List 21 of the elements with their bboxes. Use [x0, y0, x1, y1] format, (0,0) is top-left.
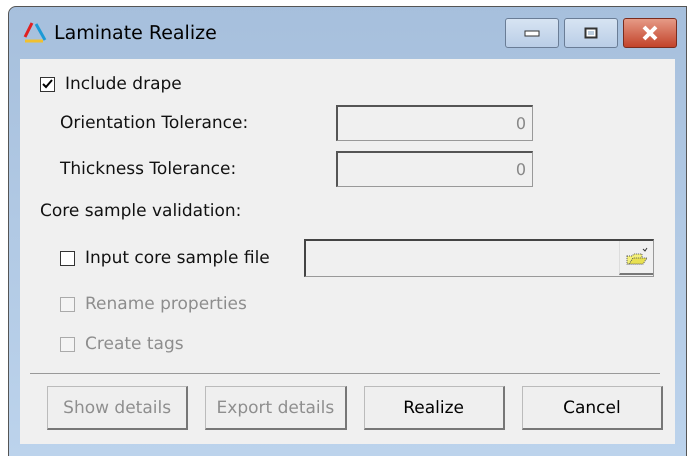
maximize-icon [584, 27, 598, 39]
dialog-button[interactable]: Cancel [522, 386, 663, 430]
field-label: Orientation Tolerance: [59, 113, 250, 133]
checkbox-label: Include drape [65, 74, 182, 94]
field-label: Thickness Tolerance: [59, 159, 238, 179]
window-title: Laminate Realize [54, 22, 217, 44]
dialog-button[interactable]: Realize [364, 386, 505, 430]
file-path-field[interactable] [304, 239, 654, 277]
minimize-button[interactable] [505, 18, 559, 48]
minimize-icon [524, 29, 540, 37]
checkbox-label: Create tags [85, 334, 184, 354]
browse-button[interactable] [619, 241, 653, 275]
checkbox[interactable] [60, 250, 75, 266]
close-icon [641, 25, 659, 41]
triangle-logo-icon [22, 21, 48, 45]
close-button[interactable] [623, 18, 677, 48]
checkbox-label: Input core sample file [85, 248, 270, 268]
maximize-button[interactable] [564, 18, 618, 48]
checkbox-label: Rename properties [85, 294, 247, 314]
checkbox[interactable] [40, 76, 55, 92]
section-label: Core sample validation: [40, 201, 242, 223]
